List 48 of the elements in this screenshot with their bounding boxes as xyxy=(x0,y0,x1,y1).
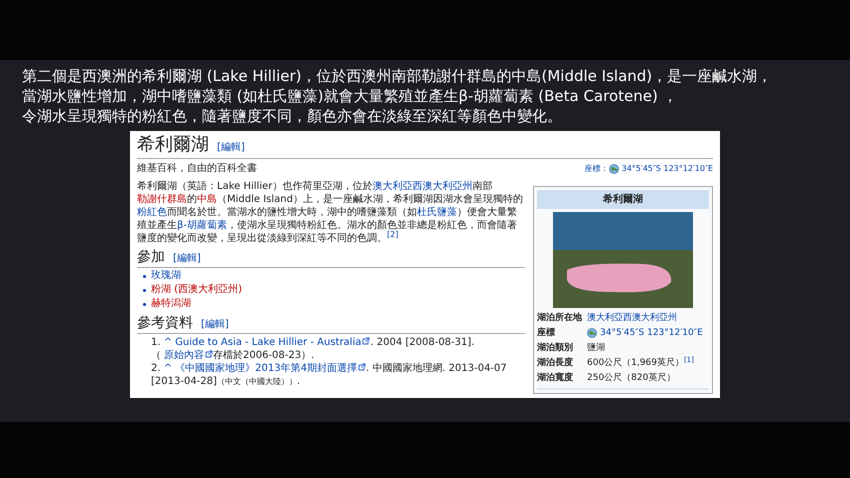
text-link[interactable]: 原始內容 xyxy=(164,350,204,361)
infobox-label: 湖泊長度 xyxy=(537,356,574,370)
coordinates: 座標： 34°5′45″S 123°12′10″E xyxy=(584,162,713,174)
external-link-icon xyxy=(358,363,366,371)
globe-icon xyxy=(608,164,619,174)
infobox-value: 250公尺（820英尺） xyxy=(587,372,676,385)
text-link[interactable]: 《中國國家地理》2013年第4期封面選擇 xyxy=(175,363,357,374)
text-link[interactable]: 玫瑰湖 xyxy=(151,269,181,283)
text-link[interactable]: β-胡蘿蔔素 xyxy=(177,220,227,231)
infobox-title: 希利爾湖 xyxy=(537,190,709,209)
reference-entry: 2. ^ 《中國國家地理》2013年第4期封面選擇 . 中國國家地理網. 2013-04-07 [2013-04-28]（中文（中國大陸））. xyxy=(151,362,508,388)
reference-entry: 1. ^ Guide to Asia - Lake Hillier - Australia . 2004 [2008-08-31].（ 原始內容 存檔於2006-08-23）. xyxy=(151,336,476,362)
text-link[interactable]: 澳大利亞西澳大利亞州 xyxy=(372,181,472,192)
infobox-value: 鹽湖 xyxy=(587,342,605,355)
external-link-icon xyxy=(362,337,370,345)
bullet-icon xyxy=(143,302,146,306)
tagline: 維基百科，自由的百科全書 xyxy=(137,162,257,176)
caption-line: 第二個是西澳洲的希利爾湖 (Lake Hillier)，位於西澳州南部勒謝什群島的中島(Middle Island)，是一座鹹水湖， xyxy=(22,66,774,86)
caption-line: 令湖水呈現獨特的粉紅色，隨著鹽度不同，顏色亦會在淡綠至深紅等顏色中變化。 xyxy=(22,106,563,126)
article-paragraph: 希利爾湖（英語：Lake Hillier）也作荷里亞湖，位於澳大利亞西澳大利亞州南部 勒謝什群島的中島（Middle Island）上，是一座鹹水湖，希利爾湖因湖水會呈現獨特的 粉紅色而聞名於世。當湖水的鹽性增大時，湖中的嗜鹽藻類（如杜氏鹽藻）便會大量繁殖並產生β-胡蘿蔔素，使湖水呈現獨特粉紅色。湖水的顏色並非總是粉紅色，而會隨著鹽度的變化而改變，呈現出從淡綠到深紅等不同的色調。$^{[2]}$ xyxy=(137,180,524,245)
section-heading: 希利爾湖 xyxy=(137,133,209,157)
text-link[interactable]: 粉湖 (西澳大利亞州) xyxy=(151,283,242,297)
text-link[interactable]: 中島 xyxy=(197,194,217,205)
text-link[interactable]: ^ xyxy=(164,363,172,374)
section-heading: 參考資料 xyxy=(137,314,193,332)
infobox-label: 湖泊類別 xyxy=(537,342,574,355)
text-link[interactable]: 赫特潟湖 xyxy=(151,297,191,311)
text-link[interactable]: ^ xyxy=(164,337,172,348)
caption-line: 當湖水鹽性增加，湖中嗜鹽藻類 (如杜氏鹽藻)就會大量繁殖並產生β-胡蘿蔔素 (Beta Carotene) ， xyxy=(22,86,679,106)
coordinates: 34°5′45″S 123°12′10″E xyxy=(587,326,703,340)
edit-link[interactable]: [編輯] xyxy=(217,140,245,155)
external-link-icon xyxy=(205,350,213,358)
edit-link[interactable]: [編輯] xyxy=(201,317,229,332)
footnote-link[interactable]: [2] xyxy=(387,230,398,239)
text-link[interactable]: 粉紅色 xyxy=(137,207,167,218)
infobox-value: 600公尺（1,969英尺）$^{[1]}$ xyxy=(587,356,694,370)
text-link[interactable]: Guide to Asia - Lake Hillier - Australia xyxy=(175,337,362,348)
infobox-label: 湖泊寬度 xyxy=(537,371,574,385)
text-link[interactable]: 澳大利亞西澳大利亞州 xyxy=(587,311,677,325)
text-link[interactable]: 杜氏鹽藻 xyxy=(417,207,457,218)
infobox-label: 座標 xyxy=(537,326,556,340)
bullet-icon xyxy=(143,288,146,292)
infobox-label: 湖泊所在地 xyxy=(537,311,583,325)
globe-icon xyxy=(587,328,597,338)
bullet-icon xyxy=(143,274,146,278)
section-heading: 參加 xyxy=(137,248,165,266)
text-link[interactable]: 勒謝什群島 xyxy=(137,194,187,205)
edit-link[interactable]: [編輯] xyxy=(173,251,201,266)
